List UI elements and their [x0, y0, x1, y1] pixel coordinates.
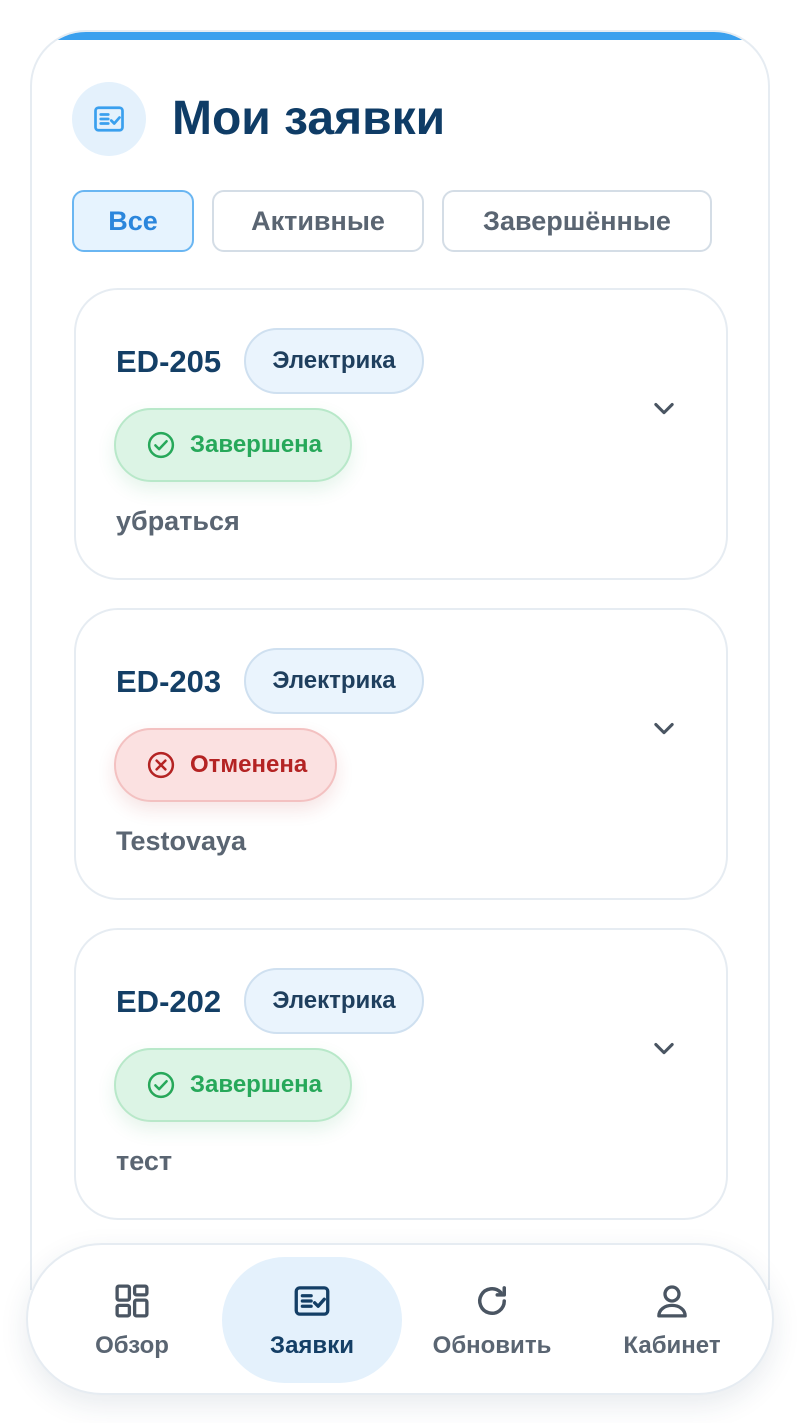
nav-label: Кабинет	[623, 1332, 721, 1359]
status-label: Завершена	[190, 1071, 323, 1098]
category-badge: Электрика	[244, 968, 424, 1034]
request-card[interactable]: ED-202 Электрика Завершена тест	[74, 928, 728, 1220]
app-screen: Мои заявки Все Активные Завершённые ED-2…	[0, 0, 800, 1423]
status-label: Завершена	[190, 431, 323, 458]
nav-label: Обновить	[432, 1332, 552, 1359]
check-circle-icon	[147, 1071, 175, 1099]
chevron-down-icon[interactable]	[646, 390, 682, 426]
request-id: ED-203	[116, 664, 222, 699]
bottom-navigation: Обзор Заявки Обновить Кабинет	[26, 1243, 774, 1395]
page-title: Мои заявки	[172, 92, 446, 145]
nav-item-refresh[interactable]: Обновить	[402, 1257, 582, 1383]
panel-accent-bar	[32, 32, 768, 40]
status-badge: Отменена	[114, 728, 338, 802]
checklist-icon	[294, 1286, 330, 1316]
nav-item-profile[interactable]: Кабинет	[582, 1257, 762, 1383]
nav-label: Заявки	[270, 1332, 354, 1359]
request-description: убраться	[116, 506, 240, 536]
cancel-circle-icon	[147, 751, 175, 779]
filter-tab-active[interactable]: Активные	[212, 190, 424, 252]
request-description: Testovaya	[116, 826, 247, 856]
chevron-down-icon[interactable]	[646, 710, 682, 746]
dashboard-icon	[115, 1284, 149, 1318]
category-badge: Электрика	[244, 328, 424, 394]
checklist-icon	[72, 82, 146, 156]
user-icon	[657, 1285, 687, 1318]
request-card[interactable]: ED-203 Электрика Отменена Testovaya	[74, 608, 728, 900]
filter-tab-completed[interactable]: Завершённые	[442, 190, 712, 252]
status-badge: Завершена	[114, 1048, 353, 1122]
status-badge: Завершена	[114, 408, 353, 482]
refresh-icon	[478, 1286, 506, 1315]
requests-panel: Мои заявки Все Активные Завершённые ED-2…	[30, 30, 770, 1290]
request-description: тест	[116, 1146, 173, 1176]
nav-label: Обзор	[95, 1332, 169, 1359]
filter-tab-all[interactable]: Все	[72, 190, 194, 252]
nav-item-requests[interactable]: Заявки	[222, 1257, 402, 1383]
request-id: ED-205	[116, 344, 222, 379]
check-circle-icon	[147, 431, 175, 459]
nav-item-overview[interactable]: Обзор	[42, 1257, 222, 1383]
request-card[interactable]: ED-205 Электрика Завершена убраться	[74, 288, 728, 580]
chevron-down-icon[interactable]	[646, 1030, 682, 1066]
request-id: ED-202	[116, 984, 222, 1019]
category-badge: Электрика	[244, 648, 424, 714]
status-label: Отменена	[190, 751, 308, 778]
